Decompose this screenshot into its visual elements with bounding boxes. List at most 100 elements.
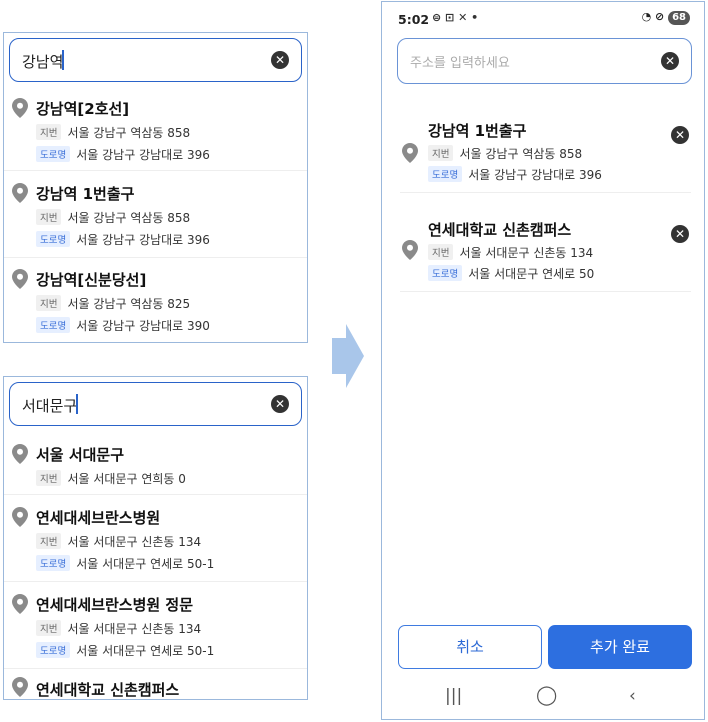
road-address: 서울 강남구 강남대로 396: [76, 148, 210, 162]
status-bar: 5:02 ⊜ ⊡ ✕ • ◔ ⊘ 68: [382, 2, 704, 36]
result-title: 연세대세브란스병원 정문: [36, 596, 194, 614]
location-pin-icon: [12, 444, 28, 464]
jibun-row: 지번 서울 강남구 역삼동 825: [36, 295, 190, 312]
location-pin-icon: [12, 269, 28, 289]
road-row: 도로명 서울 강남구 강남대로 396: [36, 146, 210, 163]
location-pin-icon: [12, 677, 28, 697]
road-tag: 도로명: [36, 555, 71, 571]
result-title: 강남역[신분당선]: [36, 271, 147, 289]
search-panel-seodaemun: 서대문구 ✕ 서울 서대문구 지번 서울 서대문구 연희동 0 연세대세브란스병원…: [3, 376, 308, 700]
remove-item-icon[interactable]: ✕: [671, 126, 689, 144]
jibun-address: 서울 서대문구 신촌동 134: [67, 535, 202, 549]
road-address: 서울 강남구 강남대로 396: [468, 168, 602, 182]
road-address: 서울 서대문구 연세로 50: [468, 267, 595, 281]
jibun-address: 서울 서대문구 신촌동 134: [459, 246, 594, 260]
road-tag: 도로명: [36, 146, 71, 162]
search-placeholder: 주소를 입력하세요: [410, 56, 510, 71]
search-input[interactable]: 강남역 ✕: [9, 38, 302, 82]
road-tag: 도로명: [36, 231, 71, 247]
battery-icon: 68: [668, 11, 690, 25]
jibun-address: 서울 강남구 역삼동 858: [459, 147, 583, 161]
phone-screen: 5:02 ⊜ ⊡ ✕ • ◔ ⊘ 68 주소를 입력하세요 ✕ 강남역 1번출구…: [381, 1, 705, 720]
selected-title: 강남역 1번출구: [428, 122, 527, 140]
jibun-address: 서울 강남구 역삼동 858: [67, 211, 191, 225]
jibun-row: 지번 서울 서대문구 신촌동 134: [36, 620, 201, 637]
jibun-row: 지번 서울 서대문구 신촌동 134: [428, 244, 593, 261]
jibun-row: 지번 서울 강남구 역삼동 858: [36, 124, 190, 141]
road-row: 도로명 서울 서대문구 연세로 50-1: [36, 642, 214, 659]
jibun-tag: 지번: [36, 470, 62, 486]
jibun-address: 서울 서대문구 연희동 0: [67, 472, 186, 486]
road-tag: 도로명: [36, 642, 71, 658]
text-caret: [62, 50, 64, 70]
list-item[interactable]: 연세대세브란스병원 정문 지번 서울 서대문구 신촌동 134 도로명 서울 서대문…: [4, 582, 307, 669]
right-arrow-icon: [330, 324, 366, 392]
system-icons: ◔ ⊘ 68: [642, 10, 690, 25]
search-input[interactable]: 서대문구 ✕: [9, 382, 302, 426]
result-title: 연세대학교 신촌캠퍼스: [36, 681, 180, 699]
road-row: 도로명 서울 서대문구 연세로 50-1: [36, 555, 214, 572]
search-input-value: 서대문구: [22, 397, 78, 415]
jibun-tag: 지번: [36, 533, 62, 549]
road-address: 서울 서대문구 연세로 50-1: [76, 644, 215, 658]
list-item[interactable]: 강남역[2호선] 지번 서울 강남구 역삼동 858 도로명 서울 강남구 강남대로…: [4, 88, 307, 171]
remove-item-icon[interactable]: ✕: [671, 225, 689, 243]
result-title: 강남역 1번출구: [36, 185, 135, 203]
jibun-tag: 지번: [36, 295, 62, 311]
road-row: 도로명 서울 강남구 강남대로 390: [36, 317, 210, 334]
notification-icons: ⊜ ⊡ ✕ •: [432, 11, 479, 24]
location-pin-icon: [12, 594, 28, 614]
clear-icon[interactable]: ✕: [271, 395, 289, 413]
address-search-input[interactable]: 주소를 입력하세요 ✕: [397, 38, 692, 84]
list-item[interactable]: 연세대세브란스병원 지번 서울 서대문구 신촌동 134 도로명 서울 서대문구 연…: [4, 495, 307, 582]
jibun-row: 지번 서울 강남구 역삼동 858: [36, 209, 190, 226]
search-panel-gangnam: 강남역 ✕ 강남역[2호선] 지번 서울 강남구 역삼동 858 도로명 서울 강남…: [3, 32, 308, 343]
road-row: 도로명 서울 강남구 강남대로 396: [428, 166, 602, 183]
list-item[interactable]: 연세대학교 신촌캠퍼스: [4, 669, 307, 699]
road-row: 도로명 서울 서대문구 연세로 50: [428, 265, 594, 282]
list-item[interactable]: 강남역 1번출구 지번 서울 강남구 역삼동 858 도로명 서울 강남구 강남대로…: [4, 171, 307, 258]
road-address: 서울 서대문구 연세로 50-1: [76, 557, 215, 571]
jibun-row: 지번 서울 서대문구 연희동 0: [36, 470, 186, 487]
jibun-tag: 지번: [428, 244, 454, 260]
result-title: 강남역[2호선]: [36, 100, 130, 118]
road-tag: 도로명: [428, 166, 463, 182]
home-icon[interactable]: ◯: [536, 684, 557, 706]
cancel-button[interactable]: 취소: [398, 625, 542, 669]
jibun-address: 서울 서대문구 신촌동 134: [67, 622, 202, 636]
wifi-icon: ◔: [641, 10, 652, 23]
jibun-tag: 지번: [36, 620, 62, 636]
jibun-tag: 지번: [36, 124, 62, 140]
road-tag: 도로명: [428, 265, 463, 281]
road-tag: 도로명: [36, 317, 71, 333]
location-pin-icon: [402, 143, 418, 163]
text-caret: [76, 394, 78, 414]
result-title: 서울 서대문구: [36, 446, 125, 464]
location-pin-icon: [402, 240, 418, 260]
location-pin-icon: [12, 98, 28, 118]
result-title: 연세대세브란스병원: [36, 509, 161, 527]
status-time: 5:02: [398, 12, 430, 27]
back-icon[interactable]: ‹: [629, 686, 636, 706]
road-address: 서울 강남구 강남대로 396: [76, 233, 210, 247]
jibun-tag: 지번: [36, 209, 62, 225]
search-input-value: 강남역: [22, 53, 64, 71]
jibun-address: 서울 강남구 역삼동 858: [67, 126, 191, 140]
jibun-address: 서울 강남구 역삼동 825: [67, 297, 191, 311]
recent-apps-icon[interactable]: |||: [445, 686, 462, 706]
clear-icon[interactable]: ✕: [661, 52, 679, 70]
clear-icon[interactable]: ✕: [271, 51, 289, 69]
selected-address-item: 연세대학교 신촌캠퍼스 지번 서울 서대문구 신촌동 134 도로명 서울 서대문구…: [400, 209, 691, 292]
selected-title: 연세대학교 신촌캠퍼스: [428, 221, 572, 239]
selected-address-item: 강남역 1번출구 지번 서울 강남구 역삼동 858 도로명 서울 강남구 강남대로…: [400, 110, 691, 193]
location-pin-icon: [12, 507, 28, 527]
road-row: 도로명 서울 강남구 강남대로 396: [36, 231, 210, 248]
list-item[interactable]: 서울 서대문구 지번 서울 서대문구 연희동 0: [4, 432, 307, 495]
jibun-tag: 지번: [428, 145, 454, 161]
location-pin-icon: [12, 183, 28, 203]
jibun-row: 지번 서울 강남구 역삼동 858: [428, 145, 582, 162]
list-item[interactable]: 강남역[신분당선] 지번 서울 강남구 역삼동 825 도로명 서울 강남구 강남대…: [4, 258, 307, 342]
dnd-icon: ⊘: [655, 10, 665, 23]
android-nav-bar: ||| ◯ ‹: [382, 684, 704, 716]
add-complete-button[interactable]: 추가 완료: [548, 625, 692, 669]
